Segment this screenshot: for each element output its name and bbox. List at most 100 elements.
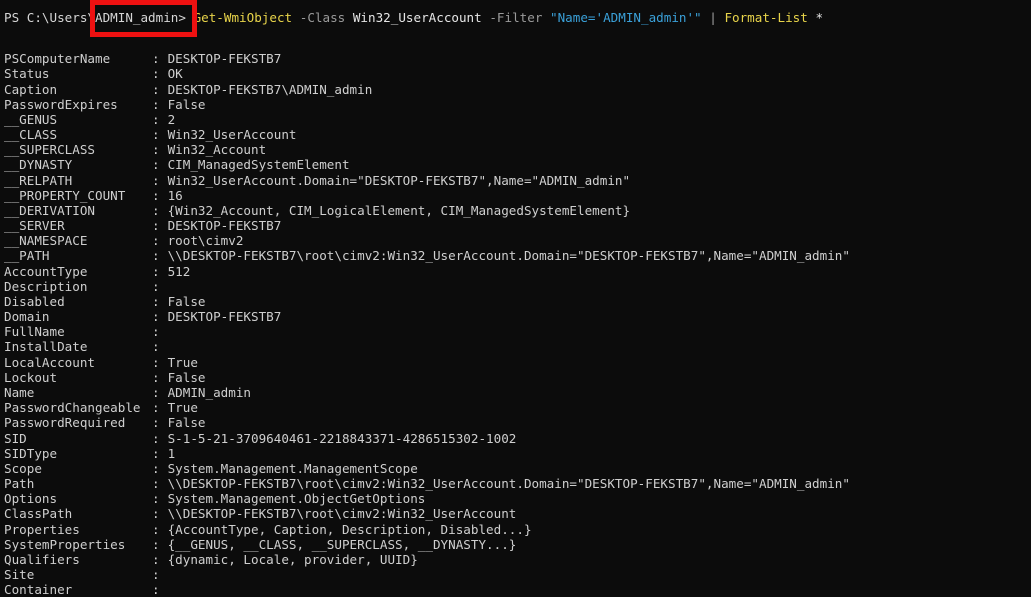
output-separator: : (152, 202, 160, 218)
output-property-value: Win32_UserAccount (160, 127, 297, 143)
output-row: __SERVER: DESKTOP-FEKSTB7 (4, 218, 1031, 233)
output-property-name: Options (4, 491, 58, 507)
output-row: __RELPATH: Win32_UserAccount.Domain="DES… (4, 173, 1031, 188)
cmdlet-format-list: Format-List (724, 10, 808, 25)
output-property-name: AccountType (4, 263, 88, 279)
output-property-value: Win32_Account (160, 142, 267, 158)
wildcard-star: * (815, 10, 824, 25)
output-property-value: \\DESKTOP-FEKSTB7\root\cimv2:Win32_UserA… (160, 248, 850, 264)
output-property-value: System.Management.ManagementScope (160, 460, 418, 476)
output-separator: : (152, 476, 160, 492)
output-separator: : (152, 415, 160, 431)
output-property-value: 1 (160, 445, 176, 461)
output-separator: : (152, 582, 160, 597)
output-property-value: {__GENUS, __CLASS, __SUPERCLASS, __DYNAS… (160, 536, 517, 552)
output-separator: : (152, 536, 160, 552)
output-property-value: {dynamic, Locale, provider, UUID} (160, 551, 418, 567)
output-property-value: False (160, 415, 206, 431)
output-property-value: False (160, 369, 206, 385)
output-row: PasswordExpires: False (4, 97, 1031, 112)
param-filter: -Filter (489, 10, 543, 25)
output-property-name: PasswordChangeable (4, 400, 141, 416)
output-property-name: Status (4, 66, 50, 82)
output-property-value: Win32_UserAccount.Domain="DESKTOP-FEKSTB… (160, 172, 631, 188)
output-property-name: FullName (4, 324, 65, 340)
output-row: FullName: (4, 324, 1031, 339)
output-separator: : (152, 218, 160, 234)
output-property-value: DESKTOP-FEKSTB7 (160, 309, 282, 325)
output-property-name: Container (4, 582, 73, 597)
output-property-value: CIM_ManagedSystemElement (160, 157, 350, 173)
output-property-value: \\DESKTOP-FEKSTB7\root\cimv2:Win32_UserA… (160, 476, 850, 492)
output-row: PasswordChangeable: True (4, 400, 1031, 415)
output-separator: : (152, 157, 160, 173)
output-row: Caption: DESKTOP-FEKSTB7\ADMIN_admin (4, 82, 1031, 97)
output-property-name: Caption (4, 81, 58, 97)
console-content: PS C:\Users\ADMIN_admin> Get-WmiObject -… (0, 0, 1031, 597)
output-row: SIDType: 1 (4, 446, 1031, 461)
output-property-value: OK (160, 66, 183, 82)
output-separator: : (152, 96, 160, 112)
output-property-value: root\cimv2 (160, 233, 244, 249)
output-row: __DERIVATION: {Win32_Account, CIM_Logica… (4, 203, 1031, 218)
output-separator: : (152, 309, 160, 325)
output-property-name: __SUPERCLASS (4, 142, 95, 158)
output-property-value: {AccountType, Caption, Description, Disa… (160, 521, 532, 537)
output-property-value: True (160, 400, 198, 416)
output-property-value: DESKTOP-FEKSTB7\ADMIN_admin (160, 81, 373, 97)
output-separator: : (152, 384, 160, 400)
command-line[interactable]: PS C:\Users\ADMIN_admin> Get-WmiObject -… (4, 4, 1031, 25)
output-row: Disabled: False (4, 294, 1031, 309)
output-row: Lockout: False (4, 370, 1031, 385)
output-separator: : (152, 369, 160, 385)
output-property-name: Description (4, 278, 88, 294)
output-property-name: __RELPATH (4, 172, 73, 188)
cmdlet-get-wmiobject: Get-WmiObject (193, 10, 293, 25)
output-row: AccountType: 512 (4, 264, 1031, 279)
output-separator: : (152, 81, 160, 97)
output-separator: : (152, 278, 160, 294)
shell-prompt: PS C:\Users\ADMIN_admin> (4, 10, 194, 25)
output-separator: : (152, 263, 160, 279)
output-row: __DYNASTY: CIM_ManagedSystemElement (4, 157, 1031, 172)
output-property-name: Disabled (4, 293, 65, 309)
output-separator: : (152, 567, 160, 583)
output-property-name: LocalAccount (4, 354, 95, 370)
output-row: Site: (4, 567, 1031, 582)
output-property-value: 16 (160, 187, 183, 203)
output-row: SID: S-1-5-21-3709640461-2218843371-4286… (4, 431, 1031, 446)
output-property-name: PSComputerName (4, 51, 111, 67)
output-row: Container: (4, 582, 1031, 597)
output-property-name: __NAMESPACE (4, 233, 88, 249)
output-property-name: __SERVER (4, 218, 65, 234)
output-property-value: 512 (160, 263, 191, 279)
output-row: __SUPERCLASS: Win32_Account (4, 142, 1031, 157)
output-separator: : (152, 400, 160, 416)
output-separator: : (152, 430, 160, 446)
output-row: __CLASS: Win32_UserAccount (4, 127, 1031, 142)
output-property-name: ClassPath (4, 506, 73, 522)
arg-filter-string: "Name='ADMIN_admin'" (550, 10, 702, 25)
output-property-name: __CLASS (4, 127, 58, 143)
output-property-value: \\DESKTOP-FEKSTB7\root\cimv2:Win32_UserA… (160, 506, 517, 522)
output-separator: : (152, 233, 160, 249)
output-property-name: __PATH (4, 248, 50, 264)
output-separator: : (152, 142, 160, 158)
output-property-value: True (160, 354, 198, 370)
output-row: __GENUS: 2 (4, 112, 1031, 127)
output-property-value: False (160, 96, 206, 112)
param-class: -Class (299, 10, 346, 25)
output-row: InstallDate: (4, 339, 1031, 354)
output-separator: : (152, 187, 160, 203)
output-separator: : (152, 127, 160, 143)
output-separator: : (152, 324, 160, 340)
output-row: Options: System.Management.ObjectGetOpti… (4, 491, 1031, 506)
powershell-console[interactable]: PS C:\Users\ADMIN_admin> Get-WmiObject -… (0, 0, 1031, 597)
output-separator: : (152, 51, 160, 67)
output-separator: : (152, 111, 160, 127)
output-property-value: System.Management.ObjectGetOptions (160, 491, 426, 507)
output-row: Status: OK (4, 66, 1031, 81)
output-row: SystemProperties: {__GENUS, __CLASS, __S… (4, 537, 1031, 552)
output-property-name: Domain (4, 309, 50, 325)
output-row: __PROPERTY_COUNT: 16 (4, 188, 1031, 203)
